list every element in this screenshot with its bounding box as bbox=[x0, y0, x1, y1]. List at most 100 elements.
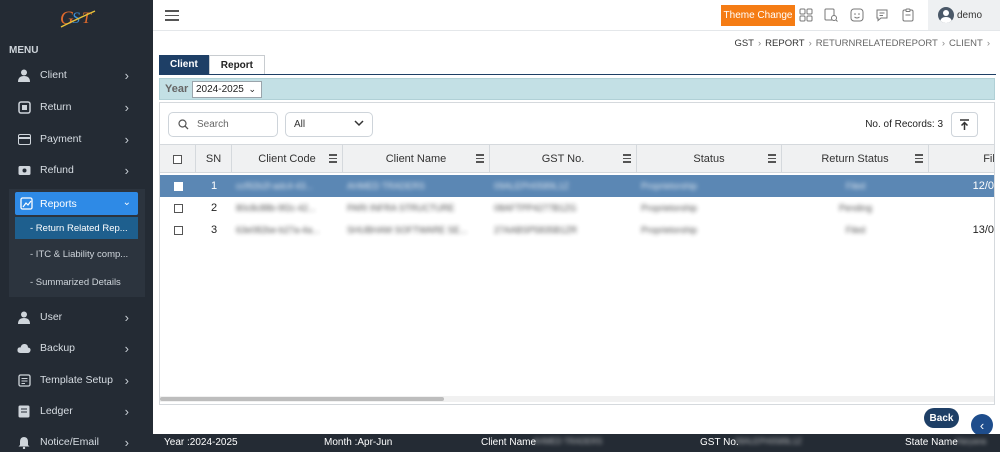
column-header[interactable]: Return Status bbox=[782, 145, 929, 173]
gst-logo[interactable]: G S T bbox=[0, 0, 153, 36]
chevron-down-icon: ⌄ bbox=[122, 197, 131, 208]
column-menu-icon[interactable] bbox=[768, 154, 776, 165]
table-header: SN Client Code Client Name GST No. Statu… bbox=[160, 144, 994, 173]
status-filter-select[interactable]: All bbox=[285, 112, 373, 137]
upload-icon bbox=[960, 118, 969, 130]
return-status-cell: Filed bbox=[845, 181, 866, 191]
tab-client[interactable]: Client bbox=[159, 55, 209, 74]
table-row[interactable]: 3 63e082be-b27a-4a... SHUBHAM SOFTWARE S… bbox=[160, 219, 994, 241]
return-icon bbox=[16, 99, 32, 115]
chevron-right-icon: › bbox=[124, 132, 129, 147]
column-header[interactable]: Fil bbox=[929, 145, 994, 173]
tab-report[interactable]: Report bbox=[208, 55, 266, 74]
menu-title: MENU bbox=[9, 45, 39, 56]
row-checkbox[interactable] bbox=[173, 203, 183, 213]
records-count: No. of Records: 3 bbox=[865, 119, 943, 130]
filed-date-cell: 13/0 bbox=[972, 224, 994, 236]
sn-cell: 3 bbox=[210, 224, 218, 236]
sidebar-item-user[interactable]: User › bbox=[0, 302, 153, 332]
column-menu-icon[interactable] bbox=[623, 154, 631, 165]
column-header-label: Status bbox=[693, 153, 725, 165]
horizontal-scrollbar[interactable] bbox=[160, 396, 994, 402]
table-row[interactable]: 1 ccf92b2f-adc4-43... AHMED TRADERS 09AL… bbox=[160, 175, 994, 197]
sidebar-item-client[interactable]: Client › bbox=[0, 60, 153, 90]
breadcrumb: GST › REPORT › RETURNRELATEDREPORT › CLIENT… bbox=[734, 38, 990, 49]
year-select[interactable]: 2024-2025 ⌄ bbox=[192, 81, 262, 98]
user-icon bbox=[16, 67, 32, 83]
chevron-right-icon: › bbox=[986, 38, 990, 49]
breadcrumb-item[interactable]: REPORT bbox=[765, 38, 804, 49]
grid-icon[interactable] bbox=[799, 8, 814, 23]
clipboard-icon[interactable] bbox=[901, 8, 916, 23]
chevron-down-icon bbox=[354, 119, 364, 130]
search-input[interactable]: Search bbox=[168, 112, 278, 137]
sidebar-subitem-summarized[interactable]: - Summarized Details bbox=[15, 271, 138, 293]
client-report-card: Search All No. of Records: 3 SN Client C… bbox=[159, 102, 995, 405]
chevron-right-icon: › bbox=[124, 404, 129, 419]
row-checkbox[interactable] bbox=[173, 225, 183, 235]
avatar bbox=[938, 7, 954, 23]
column-header[interactable]: GST No. bbox=[490, 145, 637, 173]
select-all-checkbox[interactable] bbox=[173, 154, 182, 164]
column-header-label: Client Name bbox=[385, 153, 447, 165]
sidebar-subitem-itc-liability[interactable]: - ITC & Liability comp... bbox=[15, 243, 138, 265]
theme-change-button[interactable]: Theme Change bbox=[721, 5, 795, 26]
chat-icon[interactable] bbox=[875, 8, 890, 23]
export-button[interactable] bbox=[951, 112, 978, 137]
row-checkbox[interactable] bbox=[173, 181, 183, 191]
backup-icon bbox=[16, 340, 32, 356]
column-header[interactable]: Client Name bbox=[343, 145, 490, 173]
sidebar-item-label: Client bbox=[40, 69, 67, 81]
user-menu[interactable]: demo bbox=[928, 0, 1000, 30]
client-code-cell: 63e082be-b27a-4a... bbox=[236, 225, 320, 235]
top-header: Theme Change demo bbox=[153, 0, 1000, 31]
sidebar-item-ledger[interactable]: Ledger › bbox=[0, 396, 153, 426]
tab-bar: Client Report bbox=[159, 55, 266, 74]
column-menu-icon[interactable] bbox=[329, 154, 337, 165]
chevron-right-icon: › bbox=[124, 310, 129, 325]
gst-no-cell: 27AABSP5835B1ZR bbox=[494, 225, 578, 235]
sidebar-item-label: Ledger bbox=[40, 405, 73, 417]
emoji-icon[interactable] bbox=[850, 8, 865, 23]
footer-year: Year :2024-2025 bbox=[164, 437, 238, 448]
sidebar-item-reports[interactable]: Reports ⌄ bbox=[15, 192, 138, 215]
refund-icon bbox=[16, 162, 32, 178]
client-code-cell: 80c8c88b-9f2c-42... bbox=[236, 203, 316, 213]
sidebar-item-backup[interactable]: Backup › bbox=[0, 333, 153, 363]
column-header[interactable]: Status bbox=[637, 145, 782, 173]
table-row[interactable]: 2 80c8c88b-9f2c-42... PARI INFRA STRUCTU… bbox=[160, 197, 994, 219]
chevron-right-icon: › bbox=[124, 341, 129, 356]
year-filter-bar: Year 2024-2025 ⌄ bbox=[159, 78, 995, 100]
return-status-cell: Pending bbox=[838, 203, 873, 213]
column-header[interactable]: SN bbox=[196, 145, 232, 173]
hamburger-menu-icon[interactable] bbox=[165, 10, 179, 21]
back-button[interactable]: Back bbox=[924, 408, 959, 428]
collapse-chevron-left-icon[interactable]: ‹ bbox=[971, 414, 993, 436]
year-label: Year bbox=[165, 83, 189, 95]
footer-state-value: Haryana bbox=[956, 437, 987, 446]
chevron-right-icon: › bbox=[808, 38, 812, 49]
breadcrumb-item[interactable]: RETURNRELATEDREPORT bbox=[816, 38, 938, 49]
client-name-cell: AHMED TRADERS bbox=[347, 181, 425, 191]
sidebar-subitem-return-related[interactable]: - Return Related Rep... bbox=[15, 217, 138, 239]
column-menu-icon[interactable] bbox=[915, 154, 923, 165]
sidebar-item-template-setup[interactable]: Template Setup › bbox=[0, 365, 153, 395]
sidebar-item-payment[interactable]: Payment › bbox=[0, 124, 153, 154]
footer-state-label: State Name bbox=[905, 437, 958, 448]
gst-no-cell: 09ALEPH0589L1Z bbox=[494, 181, 570, 191]
scrollbar-thumb[interactable] bbox=[160, 397, 444, 401]
column-menu-icon[interactable] bbox=[476, 154, 484, 165]
chevron-down-icon: ⌄ bbox=[248, 84, 256, 94]
column-header[interactable]: Client Code bbox=[232, 145, 343, 173]
sidebar-item-label: Return bbox=[40, 101, 72, 113]
sidebar-item-return[interactable]: Return › bbox=[0, 92, 153, 122]
chevron-right-icon: › bbox=[124, 163, 129, 178]
footer-client-label: Client Name bbox=[481, 437, 537, 448]
sidebar-item-notice-email[interactable]: Notice/Email › bbox=[0, 427, 153, 452]
sidebar-item-refund[interactable]: Refund › bbox=[0, 155, 153, 185]
sidebar-item-label: Payment bbox=[40, 133, 82, 145]
breadcrumb-item[interactable]: GST bbox=[734, 38, 754, 49]
footer-month: Month :Apr-Jun bbox=[324, 437, 393, 448]
client-name-cell: PARI INFRA STRUCTURE bbox=[347, 203, 455, 213]
document-search-icon[interactable] bbox=[824, 8, 839, 23]
